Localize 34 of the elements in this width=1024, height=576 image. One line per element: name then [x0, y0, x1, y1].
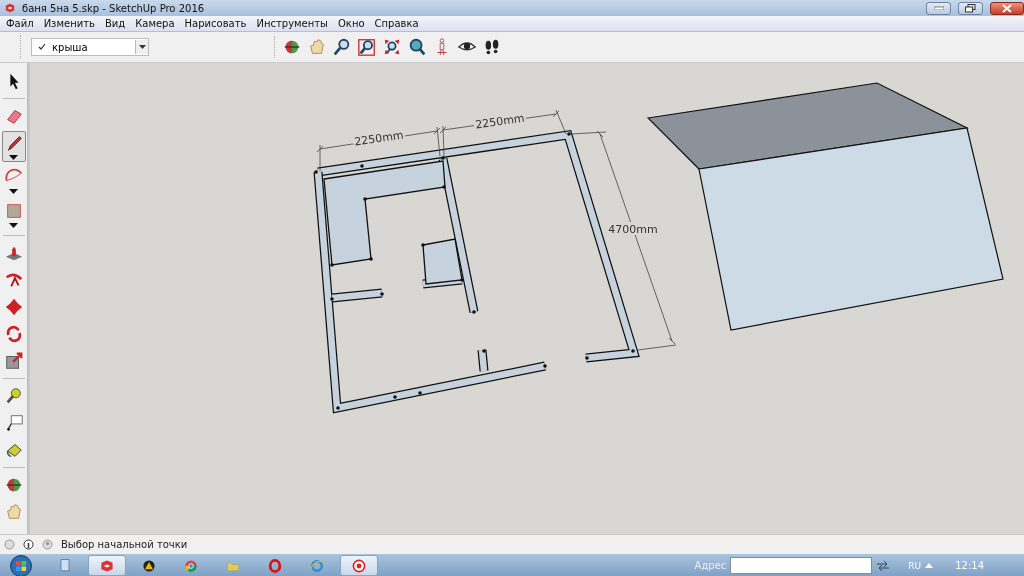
cube-icon[interactable]: [88, 555, 126, 576]
close-button[interactable]: [990, 1, 1024, 15]
minimize-icon: [933, 6, 944, 10]
dimension-line[interactable]: [571, 130, 677, 351]
menu-item[interactable]: Файл: [2, 18, 40, 29]
model-viewport[interactable]: 2250mm 2250mm 4700mm: [28, 63, 1024, 534]
status-text: Выбор начальной точки: [61, 539, 188, 550]
restore-icon: [965, 3, 976, 13]
dropdown-value: крыша: [52, 41, 89, 53]
clock: 12:14: [955, 560, 984, 571]
app-icon: [4, 2, 16, 14]
layer-dropdown[interactable]: крыша: [31, 38, 149, 56]
close-icon: [1002, 3, 1012, 13]
menu-item[interactable]: Изменить: [39, 18, 101, 29]
minimize-button[interactable]: [926, 1, 951, 15]
zoom-window-icon[interactable]: [356, 36, 378, 58]
go-arrows-icon[interactable]: [876, 560, 891, 571]
start-button[interactable]: [8, 554, 34, 576]
dimension-label: 4700mm: [608, 223, 658, 236]
address-field[interactable]: [730, 557, 873, 574]
pencil-icon[interactable]: [1, 131, 26, 162]
menu-item[interactable]: Инструменты: [252, 18, 334, 29]
menu-item[interactable]: Вид: [100, 18, 132, 29]
menu-item[interactable]: Камера: [131, 18, 181, 29]
dimension-label: 2250mm: [474, 111, 526, 132]
circle-target-icon[interactable]: [340, 555, 378, 576]
menu-item[interactable]: Окно: [334, 18, 371, 29]
info-icon[interactable]: [23, 539, 34, 550]
menu-item[interactable]: Нарисовать: [180, 18, 253, 29]
restore-button[interactable]: [958, 1, 983, 15]
dimension-label: 2250mm: [353, 128, 405, 149]
window-title: баня 5на 5.skp - SketchUp Pro 2016: [22, 2, 205, 14]
menu-item[interactable]: Справка: [370, 18, 425, 29]
address-label: Адрес: [694, 560, 727, 571]
